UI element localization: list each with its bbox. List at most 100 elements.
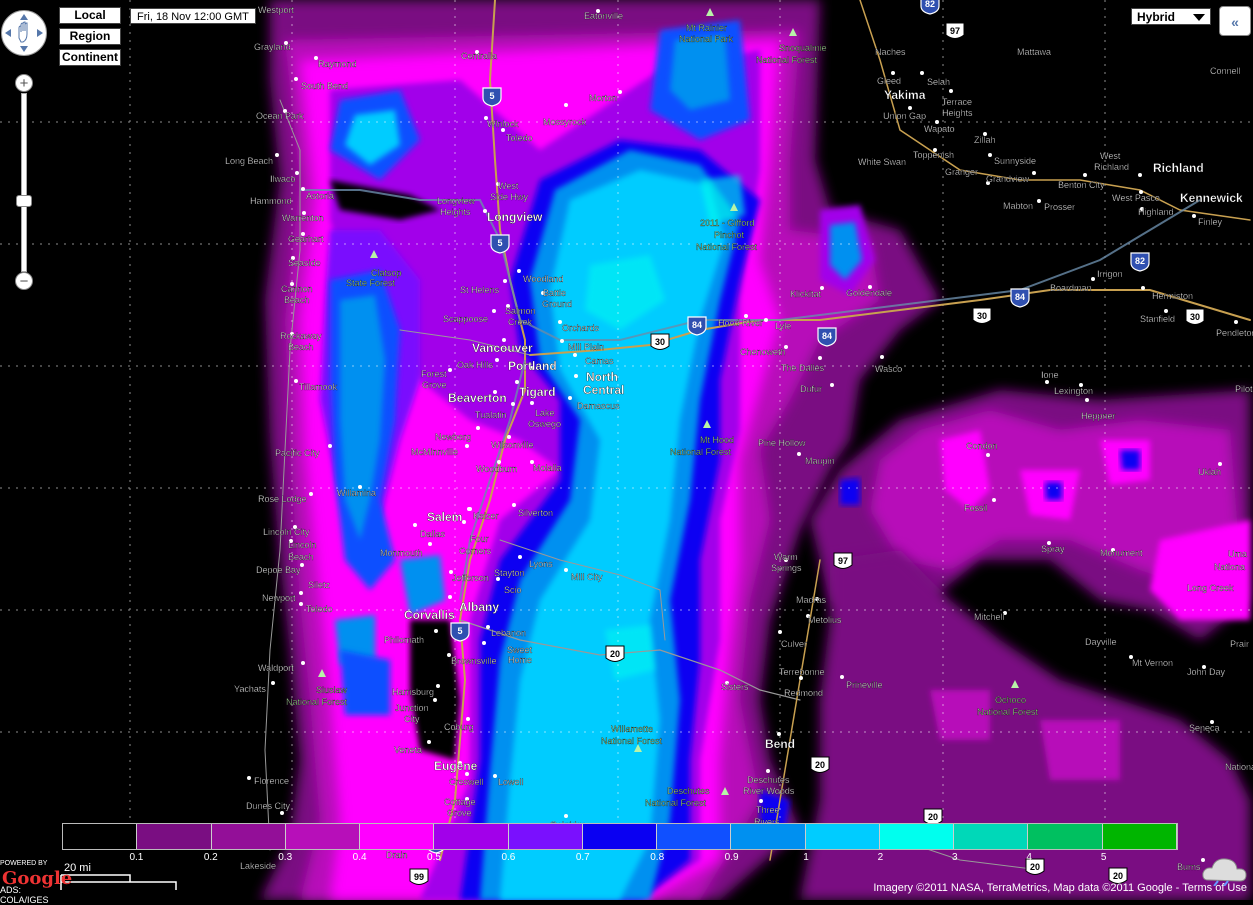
city-label: Boardman (1050, 283, 1092, 293)
city-label: Eatonville (584, 11, 623, 21)
city-label: Richland (1153, 161, 1204, 175)
zoom-out-button[interactable]: − (15, 272, 33, 290)
city-dot (564, 814, 568, 818)
city-dot (280, 811, 284, 815)
city-label: Scio (504, 585, 522, 595)
city-label: Prair (1230, 639, 1249, 649)
continent-button[interactable]: Continent (59, 49, 121, 66)
park-label: National Forest (977, 707, 1039, 717)
legend-swatch (582, 824, 658, 849)
city-label: Zillah (974, 135, 996, 145)
city-label: Portland (508, 359, 557, 373)
city-dot (564, 103, 568, 107)
city-label: Long Beach (225, 156, 273, 166)
zoom-slider-handle[interactable] (16, 195, 32, 207)
city-dot (891, 71, 895, 75)
city-label: Mt Vernon (1132, 658, 1173, 668)
city-label: Union Gap (883, 111, 926, 121)
city-label: Westport (258, 5, 294, 15)
city-label: Wilsonville (491, 440, 534, 450)
city-label: Monument (1100, 548, 1143, 558)
city-dot (493, 774, 497, 778)
legend-label: 1 (803, 852, 809, 863)
attribution: Imagery ©2011 NASA, TerraMetrics, Map da… (873, 882, 1247, 894)
precipitation-legend (62, 823, 1178, 850)
city-label: West (1100, 151, 1121, 161)
pan-control[interactable] (1, 10, 47, 56)
city-label: Wapato (924, 124, 955, 134)
city-dot (413, 523, 417, 527)
city-dot (1218, 462, 1222, 466)
collapse-panel-button[interactable]: « (1219, 6, 1251, 36)
city-dot (294, 379, 298, 383)
city-dot (1091, 277, 1095, 281)
park-label: Deschutes (667, 786, 710, 796)
zoom-slider-track[interactable] (21, 93, 27, 272)
legend-swatch (211, 824, 286, 849)
city-label: Vancouver (472, 341, 533, 355)
city-label: Heppner (1081, 411, 1116, 421)
city-label: Finley (1198, 217, 1223, 227)
city-label: Mossyrock (543, 117, 587, 127)
zoom-in-button[interactable]: + (15, 74, 33, 92)
legend-label: 0.7 (575, 852, 590, 863)
city-dot (573, 353, 577, 357)
local-button[interactable]: Local (59, 7, 121, 24)
city-label: Toledo (306, 604, 333, 614)
scale-bar: 20 mi (60, 862, 178, 892)
city-label: Beaverton (448, 391, 507, 405)
city-dot (271, 681, 275, 685)
city-label: Ukiah (1198, 467, 1221, 477)
legend-swatch (434, 824, 509, 849)
city-dot (986, 453, 990, 457)
city-label: Creswell (449, 777, 484, 787)
city-dot (275, 153, 279, 157)
park-label: National Forest (756, 55, 818, 65)
us-route-shield-icon: 20 (810, 756, 830, 773)
city-label: Burns (1177, 862, 1201, 872)
city-label: Willamina (337, 488, 376, 498)
city-dot (778, 630, 782, 634)
city-label: Lake (535, 408, 555, 418)
city-dot (1085, 398, 1089, 402)
park-label: 2011 - Gifford (700, 218, 754, 228)
city-label: Ground (542, 299, 572, 309)
city-label: Stanfield (1140, 314, 1175, 324)
city-label: Corners (459, 546, 492, 556)
park-label: National Forest (645, 798, 707, 808)
city-dot (482, 641, 486, 645)
park-label: National Forest (286, 697, 348, 707)
park-label: National Park (679, 34, 734, 44)
legend-swatch (63, 824, 138, 849)
svg-text:20: 20 (1113, 871, 1123, 881)
city-label: Pine Hollow (758, 438, 806, 448)
park-label: Snoqualmie (779, 43, 827, 53)
city-label: Tualatin (475, 410, 507, 420)
city-dot (448, 368, 452, 372)
city-dot (299, 591, 303, 595)
city-label: Connell (1210, 66, 1241, 76)
map-canvas[interactable]: Westport Grayland Raymond South Bend Ocean P… (0, 0, 1253, 900)
city-dot (830, 383, 834, 387)
us-route-shield-icon: 20 (605, 645, 625, 662)
city-label: Warrenton (282, 213, 324, 223)
city-dot (468, 507, 472, 511)
city-dot (476, 426, 480, 430)
city-dot (777, 732, 781, 736)
interstate-shield-icon: 82 (920, 0, 940, 15)
city-label: South Bend (301, 81, 348, 91)
map-type-select[interactable]: Hybrid (1131, 8, 1211, 25)
city-label: Pacific City (275, 448, 320, 458)
city-label: Heights (942, 108, 973, 118)
city-label: Nationa (1225, 762, 1253, 772)
region-button[interactable]: Region (59, 28, 121, 45)
legend-label: 0.9 (724, 852, 739, 863)
city-dot (1141, 286, 1145, 290)
city-dot (492, 309, 496, 313)
city-label: Toledo (506, 133, 533, 143)
city-dot (309, 492, 313, 496)
legend-swatch (1102, 824, 1177, 849)
city-label: Culver (781, 639, 807, 649)
city-label: Sweet (507, 645, 533, 655)
city-label: Rose Lodge (258, 494, 307, 504)
